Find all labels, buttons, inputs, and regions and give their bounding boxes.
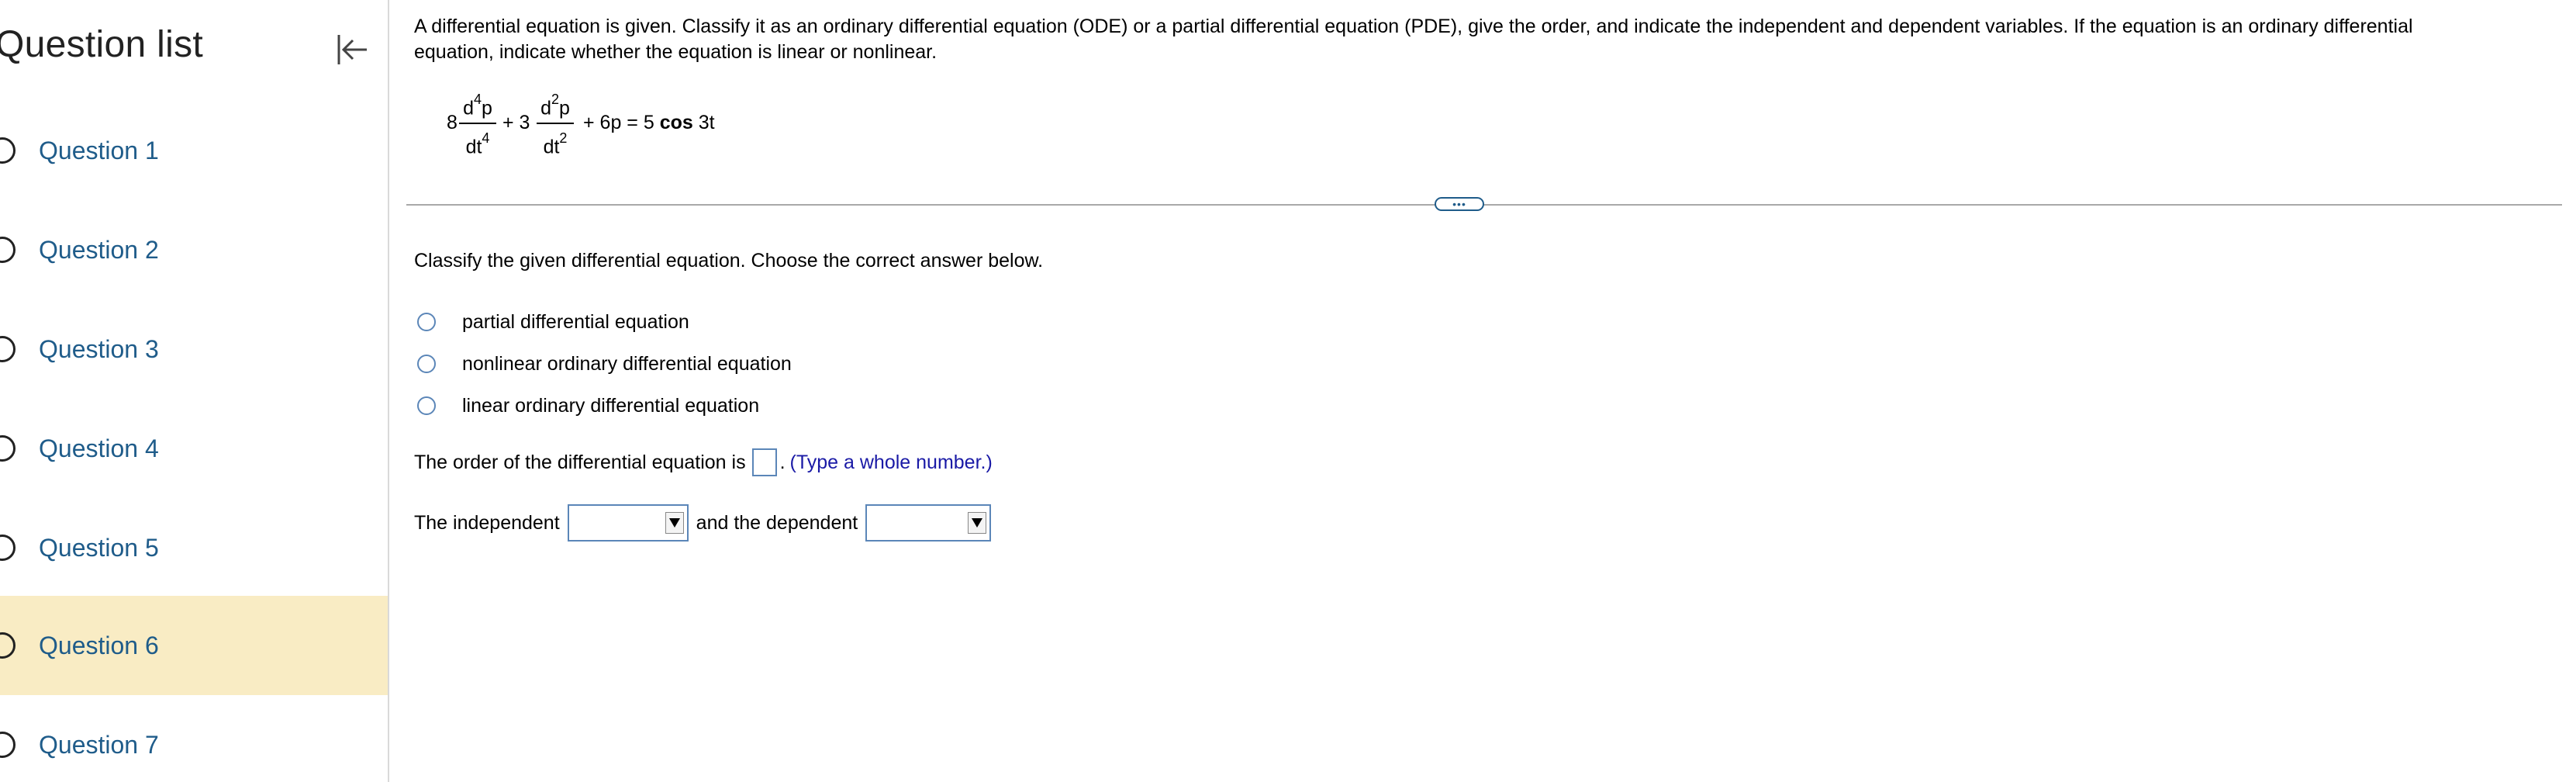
option-label: partial differential equation [462,310,689,333]
equation-plus-term: + 3 [502,112,530,133]
question-content: A differential equation is given. Classi… [406,0,2576,782]
question-status-circle-icon [0,336,16,362]
question-label: Question 1 [39,136,159,164]
collapse-left-icon [337,35,367,64]
variables-line: The independent and the dependent [414,504,999,542]
question-label: Question 6 [39,631,159,659]
question-status-circle-icon [0,535,16,561]
question-prompt: A differential equation is given. Classi… [414,16,2413,63]
radio-button[interactable] [417,396,436,415]
fraction-1-numerator: d4p [463,92,492,119]
question-list-sidebar: Question list Question 1 Question 2 Ques… [0,0,389,782]
option-nonlinear-ode[interactable]: nonlinear ordinary differential equation [417,351,792,377]
radio-button[interactable] [417,355,436,373]
option-linear-ode[interactable]: linear ordinary differential equation [417,393,759,419]
independent-label: The independent [414,511,560,534]
fraction-1-bar [459,123,496,124]
question-label: Question 4 [39,434,159,462]
dependent-variable-dropdown[interactable] [865,504,992,542]
question-list-item-7[interactable]: Question 7 [0,695,388,782]
order-suffix: . [779,451,786,473]
question-list-item-4[interactable]: Question 4 [0,399,388,498]
question-status-circle-icon [0,237,16,263]
question-status-circle-icon [0,435,16,462]
chevron-down-icon [968,512,987,534]
question-list-item-2[interactable]: Question 2 [0,200,388,299]
radio-button[interactable] [417,313,436,331]
question-list-item-5[interactable]: Question 5 [0,498,388,597]
classify-prompt: Classify the given differential equation… [414,250,1044,272]
order-prompt: The order of the differential equation i… [414,451,746,473]
expand-more-button[interactable]: ••• [1435,197,1484,211]
order-input[interactable] [751,448,777,476]
chevron-down-icon [665,512,684,534]
equation-fraction-1: d4p dt4 [459,84,496,161]
fraction-2-bar [537,123,574,124]
question-list-item-1[interactable]: Question 1 [0,101,388,200]
question-label: Question 3 [39,334,159,363]
equation-fraction-2: d2p dt2 [537,84,574,161]
option-partial-de[interactable]: partial differential equation [417,309,689,335]
independent-variable-dropdown[interactable] [567,504,689,542]
fraction-2-denominator: dt2 [543,130,568,158]
order-hint: (Type a whole number.) [789,451,993,473]
fraction-1-denominator: dt4 [465,130,490,158]
collapse-sidebar-button[interactable] [330,28,374,71]
equation-remainder: + 6p = 5 cos 3t [583,112,715,133]
question-status-circle-icon [0,732,16,758]
option-label: linear ordinary differential equation [462,394,760,417]
question-label: Question 5 [39,533,159,562]
question-status-circle-icon [0,632,16,659]
dependent-label: and the dependent [696,511,858,534]
equation-coefficient-1: 8 [447,112,458,133]
question-label: Question 7 [39,730,159,759]
fraction-2-numerator: d2p [540,92,570,119]
question-list-item-6[interactable]: Question 6 [0,596,388,695]
question-label: Question 2 [39,235,159,264]
section-divider [406,204,2562,206]
question-list-item-3[interactable]: Question 3 [0,299,388,399]
order-line: The order of the differential equation i… [414,448,993,476]
question-status-circle-icon [0,137,16,164]
option-label: nonlinear ordinary differential equation [462,352,792,375]
sidebar-title: Question list [0,24,204,65]
